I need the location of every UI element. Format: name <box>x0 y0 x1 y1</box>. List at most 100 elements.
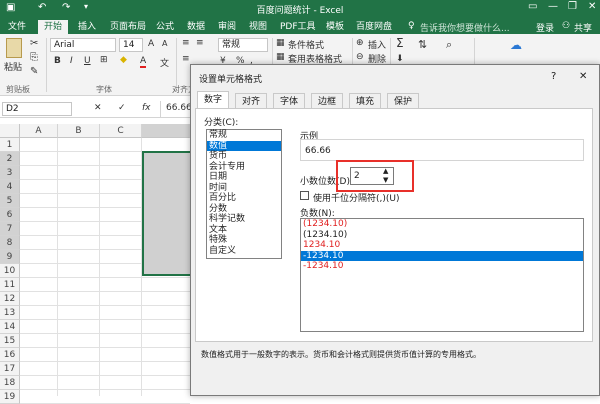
confirm-entry-button[interactable]: ✓ <box>118 103 126 113</box>
decrease-font-icon[interactable]: A <box>162 39 167 48</box>
paste-label[interactable]: 粘贴 <box>4 60 22 73</box>
close-button[interactable]: ✕ <box>588 1 596 12</box>
number-format-box[interactable]: 常规 <box>218 38 268 52</box>
dialog-tab-number[interactable]: 数字 <box>197 91 230 109</box>
row-header[interactable]: 2 <box>0 152 20 166</box>
category-item[interactable]: 自定义 <box>207 246 281 257</box>
font-size-box[interactable]: 14 <box>119 38 143 52</box>
category-item[interactable]: 分数 <box>207 204 281 215</box>
align-top-icon[interactable]: ≡ <box>182 38 190 48</box>
fill-down-icon[interactable]: ⬇ <box>396 54 404 64</box>
row-header[interactable]: 15 <box>0 334 20 348</box>
bold-button[interactable]: B <box>54 56 61 66</box>
column-header-b[interactable]: B <box>58 124 100 138</box>
category-item[interactable]: 日期 <box>207 172 281 183</box>
paste-icon[interactable] <box>6 38 22 58</box>
tab-page-layout[interactable]: 页面布局 <box>104 20 152 34</box>
phonetic-icon[interactable]: 文 <box>160 56 169 69</box>
column-header-a[interactable]: A <box>20 124 58 138</box>
dialog-tab-alignment[interactable]: 对齐 <box>235 93 268 109</box>
font-name-box[interactable]: Arial <box>50 38 116 52</box>
italic-button[interactable]: I <box>70 56 73 66</box>
conditional-format-icon[interactable]: ▦ <box>276 38 285 48</box>
insert-cells-icon[interactable]: ⊕ <box>356 38 364 48</box>
row-header[interactable]: 6 <box>0 208 20 222</box>
format-painter-icon[interactable]: ✎ <box>30 66 38 77</box>
delete-cells-icon[interactable]: ⊖ <box>356 52 364 62</box>
share-button[interactable]: 共享 <box>574 21 592 34</box>
align-middle-icon[interactable]: ≡ <box>196 38 204 48</box>
row-header[interactable]: 1 <box>0 138 20 152</box>
row-header[interactable]: 5 <box>0 194 20 208</box>
tab-review[interactable]: 审阅 <box>212 20 242 34</box>
select-all-corner[interactable] <box>0 124 20 138</box>
dialog-tab-protection[interactable]: 保护 <box>387 93 420 109</box>
copy-icon[interactable]: ⎘ <box>30 52 38 63</box>
row-header[interactable]: 8 <box>0 236 20 250</box>
category-item[interactable]: 科学记数 <box>207 214 281 225</box>
cancel-entry-button[interactable]: ✕ <box>94 103 102 113</box>
tab-file[interactable]: 文件 <box>2 20 32 34</box>
tab-data[interactable]: 数据 <box>181 20 211 34</box>
tab-home[interactable]: 开始 <box>38 20 69 34</box>
category-item[interactable]: 特殊 <box>207 235 281 246</box>
login-link[interactable]: 登录 <box>536 21 554 34</box>
category-list[interactable]: 常规 数值 货币 会计专用 日期 时间 百分比 分数 科学记数 文本 特殊 自定义 <box>206 129 282 259</box>
row-header[interactable]: 3 <box>0 166 20 180</box>
increase-font-icon[interactable]: A <box>148 39 154 49</box>
row-header[interactable]: 19 <box>0 390 20 404</box>
tab-view[interactable]: 视图 <box>243 20 273 34</box>
table-format-icon[interactable]: ▦ <box>276 52 285 62</box>
row-header[interactable]: 10 <box>0 264 20 278</box>
restore-button[interactable]: ❐ <box>568 1 577 12</box>
negative-format-item[interactable]: -1234.10 <box>301 250 583 261</box>
negative-format-item[interactable]: (1234.10) <box>301 219 583 230</box>
tab-insert[interactable]: 插入 <box>72 20 102 34</box>
category-item[interactable]: 文本 <box>207 225 281 236</box>
row-header[interactable]: 17 <box>0 362 20 376</box>
category-item[interactable]: 数值 <box>207 140 281 151</box>
tab-formulas[interactable]: 公式 <box>150 20 180 34</box>
negative-format-item[interactable]: (1234.10) <box>301 230 583 241</box>
negative-format-item[interactable]: -1234.10 <box>301 261 583 272</box>
negative-numbers-list[interactable]: (1234.10) (1234.10) 1234.10 -1234.10 -1234.1… <box>300 218 584 332</box>
category-item[interactable]: 百分比 <box>207 193 281 204</box>
formula-input[interactable]: 66.66 <box>166 103 192 113</box>
autosum-button[interactable]: Σ <box>396 36 404 50</box>
row-header[interactable]: 7 <box>0 222 20 236</box>
row-header[interactable]: 9 <box>0 250 20 264</box>
name-box[interactable]: D2 <box>2 102 72 116</box>
sort-filter-icon[interactable]: ⇅ <box>418 38 427 51</box>
row-header[interactable]: 16 <box>0 348 20 362</box>
tab-templates[interactable]: 模板 <box>320 20 350 34</box>
column-header-c[interactable]: C <box>100 124 142 138</box>
font-color-button[interactable]: A <box>140 56 147 68</box>
row-header[interactable]: 4 <box>0 180 20 194</box>
fill-color-icon[interactable]: ◆ <box>120 55 127 65</box>
dialog-tab-font[interactable]: 字体 <box>273 93 306 109</box>
dialog-tab-fill[interactable]: 填充 <box>349 93 382 109</box>
insert-cells-button[interactable]: 插入 <box>368 38 386 51</box>
row-header[interactable]: 18 <box>0 376 20 390</box>
row-header[interactable]: 11 <box>0 278 20 292</box>
category-item[interactable]: 常规 <box>207 130 281 141</box>
tell-me-search[interactable]: 告诉我你想要做什么... <box>420 21 510 34</box>
tab-baidu-netdisk[interactable]: 百度网盘 <box>350 20 398 34</box>
minimize-button[interactable]: — <box>548 1 558 12</box>
column-header-d[interactable] <box>142 124 190 138</box>
category-item[interactable]: 会计专用 <box>207 162 281 173</box>
help-button[interactable]: ? <box>551 71 556 82</box>
baidu-netdisk-icon[interactable]: ☁ <box>510 38 522 52</box>
dialog-close-button[interactable]: ✕ <box>579 71 587 82</box>
row-header[interactable]: 12 <box>0 292 20 306</box>
tab-pdf-tools[interactable]: PDF工具 <box>274 20 322 34</box>
find-select-icon[interactable]: ⌕ <box>446 38 452 52</box>
row-header[interactable]: 14 <box>0 320 20 334</box>
cut-icon[interactable]: ✂ <box>30 38 38 49</box>
underline-button[interactable]: U <box>84 56 91 66</box>
category-item[interactable]: 时间 <box>207 183 281 194</box>
align-left-icon[interactable]: ≡ <box>182 54 190 64</box>
insert-function-button[interactable]: fx <box>142 103 151 113</box>
borders-icon[interactable]: ⊞ <box>100 55 108 65</box>
negative-format-item[interactable]: 1234.10 <box>301 240 583 251</box>
